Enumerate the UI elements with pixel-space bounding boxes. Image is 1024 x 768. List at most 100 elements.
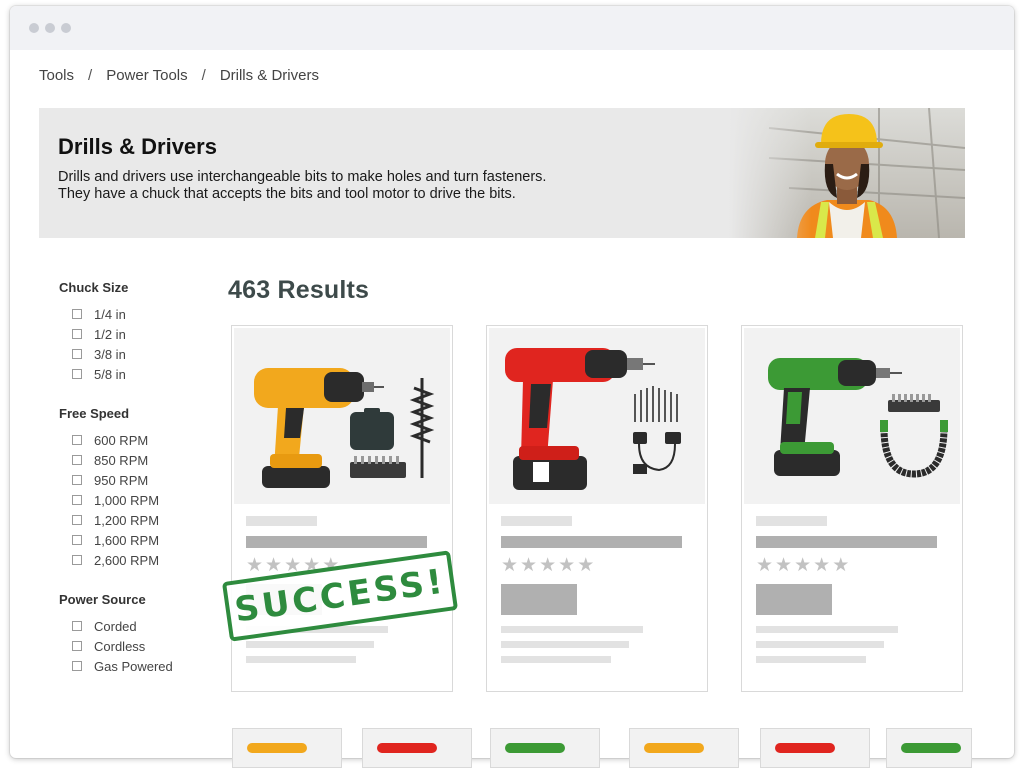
page-title: Drills & Drivers bbox=[58, 134, 217, 159]
checkbox[interactable] bbox=[72, 369, 82, 379]
filter-option[interactable]: Cordless bbox=[59, 636, 209, 656]
filter-option-label: 1,600 RPM bbox=[94, 532, 160, 548]
filter-sidebar: Chuck Size 1/4 in 1/2 in 3/8 in 5/8 in F… bbox=[59, 280, 209, 698]
window-maximize-button[interactable] bbox=[61, 23, 71, 33]
checkbox[interactable] bbox=[72, 661, 82, 671]
skeleton-line bbox=[246, 656, 356, 663]
product-card-partial[interactable] bbox=[886, 728, 972, 768]
results-count: 463 Results bbox=[228, 276, 370, 304]
filter-option-label: Gas Powered bbox=[94, 658, 173, 674]
checkbox[interactable] bbox=[72, 535, 82, 545]
checkbox[interactable] bbox=[72, 641, 82, 651]
product-image[interactable] bbox=[489, 328, 705, 504]
filter-option[interactable]: 950 RPM bbox=[59, 470, 209, 490]
product-card-partial[interactable] bbox=[490, 728, 600, 768]
window-minimize-button[interactable] bbox=[45, 23, 55, 33]
product-card[interactable]: ★ ★ ★ ★ ★ bbox=[741, 325, 963, 692]
product-image[interactable] bbox=[744, 328, 960, 504]
filter-option[interactable]: 1,000 RPM bbox=[59, 490, 209, 510]
skeleton-line bbox=[756, 656, 866, 663]
filter-option-label: 5/8 in bbox=[94, 366, 126, 382]
filter-option-label: 2,600 RPM bbox=[94, 552, 160, 568]
star-icon: ★ bbox=[756, 555, 774, 576]
drill-image bbox=[247, 743, 307, 753]
filter-option[interactable]: 2,600 RPM bbox=[59, 550, 209, 570]
rating-stars: ★ ★ ★ ★ ★ bbox=[756, 556, 849, 575]
star-icon: ★ bbox=[520, 555, 538, 576]
filter-option-label: 1/2 in bbox=[94, 326, 126, 342]
skeleton-line bbox=[756, 626, 898, 633]
checkbox[interactable] bbox=[72, 475, 82, 485]
skeleton-title bbox=[756, 536, 937, 548]
product-image[interactable] bbox=[234, 328, 450, 504]
skeleton-line bbox=[501, 626, 643, 633]
rating-stars: ★ ★ ★ ★ ★ bbox=[501, 556, 594, 575]
filter-option[interactable]: 3/8 in bbox=[59, 344, 209, 364]
window-close-button[interactable] bbox=[29, 23, 39, 33]
checkbox[interactable] bbox=[72, 621, 82, 631]
product-card-partial[interactable] bbox=[232, 728, 342, 768]
star-icon: ★ bbox=[539, 555, 557, 576]
skeleton-brand bbox=[246, 516, 317, 526]
product-card-partial[interactable] bbox=[629, 728, 739, 768]
star-icon: ★ bbox=[246, 555, 264, 576]
star-icon: ★ bbox=[558, 555, 576, 576]
checkbox[interactable] bbox=[72, 329, 82, 339]
skeleton-line bbox=[246, 641, 374, 648]
filter-option[interactable]: 850 RPM bbox=[59, 450, 209, 470]
breadcrumb-item-tools[interactable]: Tools bbox=[39, 67, 74, 84]
filter-option[interactable]: 1/4 in bbox=[59, 304, 209, 324]
breadcrumb-separator: / bbox=[88, 67, 93, 84]
filter-option[interactable]: 1,600 RPM bbox=[59, 530, 209, 550]
filter-title: Power Source bbox=[59, 592, 146, 607]
filter-option[interactable]: 1/2 in bbox=[59, 324, 209, 344]
star-icon: ★ bbox=[265, 555, 283, 576]
filter-group-chuck-size: Chuck Size 1/4 in 1/2 in 3/8 in 5/8 in bbox=[59, 280, 209, 384]
product-card-partial[interactable] bbox=[760, 728, 870, 768]
filter-option[interactable]: 5/8 in bbox=[59, 364, 209, 384]
filter-title: Free Speed bbox=[59, 406, 130, 421]
checkbox[interactable] bbox=[72, 349, 82, 359]
checkbox[interactable] bbox=[72, 435, 82, 445]
breadcrumb: Tools / Power Tools / Drills & Drivers bbox=[39, 67, 319, 84]
window-titlebar bbox=[10, 6, 1014, 50]
skeleton-line bbox=[756, 641, 884, 648]
breadcrumb-item-power-tools[interactable]: Power Tools bbox=[106, 67, 187, 84]
product-card-partial[interactable] bbox=[362, 728, 472, 768]
filter-option-label: 850 RPM bbox=[94, 452, 149, 468]
skeleton-title bbox=[501, 536, 682, 548]
drill-kit-illustration bbox=[254, 368, 435, 488]
filter-option[interactable]: 600 RPM bbox=[59, 430, 209, 450]
drill-image bbox=[775, 743, 835, 753]
filter-option-label: 3/8 in bbox=[94, 346, 126, 362]
drill-kit-illustration bbox=[505, 348, 681, 490]
checkbox[interactable] bbox=[72, 515, 82, 525]
drill-kit-illustration bbox=[768, 358, 948, 478]
skeleton-brand bbox=[501, 516, 572, 526]
skeleton-price bbox=[501, 584, 577, 615]
category-description: Drills and drivers use interchangeable b… bbox=[58, 169, 547, 202]
skeleton-brand bbox=[756, 516, 827, 526]
star-icon: ★ bbox=[794, 555, 812, 576]
worker-photo bbox=[729, 108, 965, 238]
breadcrumb-separator: / bbox=[201, 67, 206, 84]
star-icon: ★ bbox=[775, 555, 793, 576]
product-card[interactable]: ★ ★ ★ ★ ★ bbox=[231, 325, 453, 692]
checkbox[interactable] bbox=[72, 309, 82, 319]
filter-option-label: 1/4 in bbox=[94, 306, 126, 322]
filter-option-label: 1,000 RPM bbox=[94, 492, 160, 508]
drill-image bbox=[901, 743, 961, 753]
checkbox[interactable] bbox=[72, 555, 82, 565]
breadcrumb-item-current: Drills & Drivers bbox=[219, 67, 319, 84]
checkbox[interactable] bbox=[72, 455, 82, 465]
filter-option[interactable]: 1,200 RPM bbox=[59, 510, 209, 530]
filter-option[interactable]: Corded bbox=[59, 616, 209, 636]
filter-group-free-speed: Free Speed 600 RPM 850 RPM 950 RPM 1,000… bbox=[59, 406, 209, 570]
product-card[interactable]: ★ ★ ★ ★ ★ bbox=[486, 325, 708, 692]
skeleton-title bbox=[246, 536, 427, 548]
filter-option[interactable]: Gas Powered bbox=[59, 656, 209, 676]
checkbox[interactable] bbox=[72, 495, 82, 505]
filter-option-label: Corded bbox=[94, 618, 137, 634]
drill-image bbox=[505, 743, 565, 753]
filter-group-power-source: Power Source Corded Cordless Gas Powered bbox=[59, 592, 209, 676]
